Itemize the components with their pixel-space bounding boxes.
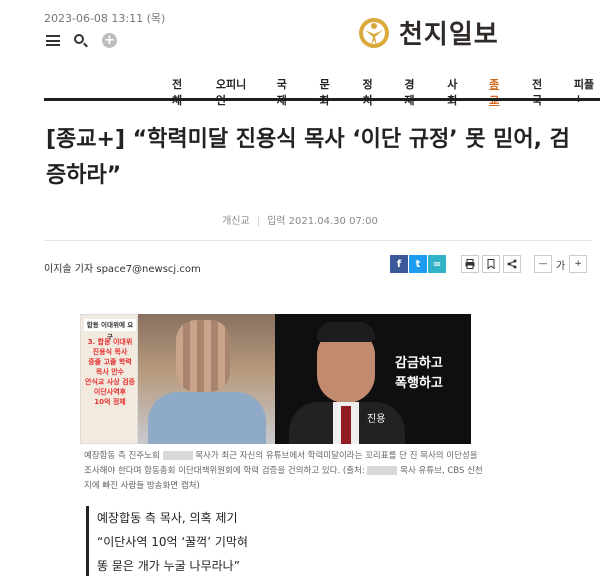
article-date: 입력 2021.04.30 07:00 — [267, 216, 378, 227]
sign-title: 합동 이대위에 요구 — [84, 319, 136, 341]
facebook-share-button[interactable]: f — [390, 255, 408, 273]
nav-item-people[interactable]: 피플+ — [574, 76, 600, 108]
main-nav: 전체 오피니언 국제 문화 정치 경제 사회 종교 전국 피플+ — [172, 76, 600, 108]
nav-item-opinion[interactable]: 오피니언 — [216, 76, 252, 108]
font-size-controls: — 가 + — [534, 255, 588, 273]
protest-sign: 합동 이대위에 요구 3. 합동 이대위 진용식 목사 중졸 고졸 학력 목사 … — [80, 314, 138, 444]
logo-text: 천지일보 — [399, 20, 499, 50]
top-icons: + — [46, 33, 117, 48]
nav-item-society[interactable]: 사회 — [447, 76, 465, 108]
person-sun-logo — [359, 17, 389, 48]
redacted-name — [367, 466, 398, 475]
nav-item-religion[interactable]: 종교 — [489, 76, 507, 108]
sign-line: 목사 안수 — [95, 368, 125, 376]
article-meta: 개신교 | 입력 2021.04.30 07:00 — [222, 216, 378, 227]
article-headline: [종교+] “학력미달 진용식 목사 ‘이단 규정’ 못 믿어, 검증하라” — [46, 127, 570, 188]
font-size-label: 가 — [556, 260, 566, 272]
plus-icon[interactable]: + — [102, 33, 117, 48]
bookmark-icon[interactable] — [482, 255, 500, 273]
subhead-line: 똥 묻은 개가 누굴 나무라나” — [97, 559, 240, 573]
share-icon[interactable] — [503, 255, 521, 273]
speaker-hair — [317, 322, 375, 342]
sign-line: 3. 합동 이대위 — [87, 338, 133, 346]
article-section: 개신교 — [222, 216, 250, 227]
twitter-share-button[interactable]: t — [409, 255, 427, 273]
article-byline: 이지솔 기자 space7@newscj.com — [44, 264, 201, 275]
share-buttons: f t ∞ — [390, 255, 446, 273]
broadcast-caption-1: 감금하고 — [395, 356, 443, 371]
nav-item-economy[interactable]: 경제 — [404, 76, 422, 108]
site-logo[interactable]: 천지일보 — [357, 14, 499, 51]
sign-line: 10억 정체 — [94, 398, 126, 406]
nav-item-culture[interactable]: 문화 — [320, 76, 338, 108]
nav-item-politics[interactable]: 정치 — [362, 76, 380, 108]
photo-caption: 예장합동 측 진주노회 목사가 최근 자신의 유튜브에서 학력미달이라는 꼬리표… — [84, 449, 484, 494]
sign-line: 이단사역후 — [93, 388, 127, 396]
print-icon[interactable] — [461, 255, 479, 273]
article-tools — [461, 255, 521, 273]
font-decrease-button[interactable]: — — [534, 255, 552, 273]
nav-divider — [44, 98, 600, 101]
sign-body: 3. 합동 이대위 진용식 목사 중졸 고졸 학력 목사 안수 안식교 사상 검… — [83, 337, 137, 407]
person-shirt — [148, 392, 266, 444]
nav-item-international[interactable]: 국제 — [277, 76, 295, 108]
broadcast-name: 진용 — [367, 414, 386, 425]
sign-line: 진용식 목사 — [92, 348, 128, 356]
article-subhead: 예장합동 측 목사, 의혹 제기 “이단사역 10억 ‘꿀꺽’ 기막혀 똥 묻은… — [86, 506, 248, 576]
nav-item-all[interactable]: 전체 — [172, 76, 190, 108]
blurred-person-photo — [138, 314, 275, 444]
date-text: 2023-06-08 13:11 (목) — [44, 12, 166, 25]
nav-item-national[interactable]: 전국 — [532, 76, 550, 108]
article-photo: 합동 이대위에 요구 3. 합동 이대위 진용식 목사 중졸 고졸 학력 목사 … — [80, 314, 471, 444]
broadcast-still: 감금하고 폭행하고 진용 — [275, 314, 471, 444]
subhead-line: 예장합동 측 목사, 의혹 제기 — [97, 511, 238, 525]
link-share-button[interactable]: ∞ — [428, 255, 446, 273]
speaker-tie — [341, 406, 351, 444]
caption-text: 예장합동 측 진주노회 — [84, 451, 160, 461]
search-icon[interactable] — [74, 33, 88, 48]
broadcast-caption-2: 폭행하고 — [395, 376, 443, 391]
meta-divider — [44, 240, 592, 241]
redacted-name — [162, 451, 193, 460]
sign-line: 중졸 고졸 학력 — [88, 358, 132, 366]
subhead-line: “이단사역 10억 ‘꿀꺽’ 기막혀 — [97, 535, 248, 549]
hamburger-icon[interactable] — [46, 35, 60, 46]
sign-line: 안식교 사상 검증 — [85, 378, 135, 386]
blurred-face — [176, 320, 230, 392]
font-increase-button[interactable]: + — [569, 255, 588, 273]
